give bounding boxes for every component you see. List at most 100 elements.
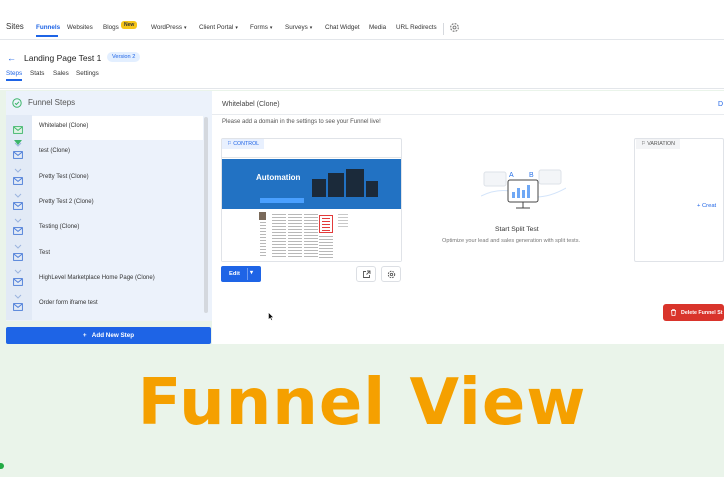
header-divider (0, 88, 724, 89)
split-test-subtitle: Optimize your lead and sales generation … (442, 238, 581, 244)
nav-url-redirects[interactable]: URL Redirects (396, 24, 437, 31)
thumbnail-hero: Automation (222, 159, 401, 209)
nav-wordpress[interactable]: WordPress ▾ (151, 24, 187, 31)
header-link-fragment[interactable]: D (718, 101, 723, 108)
funnel-header (0, 40, 724, 90)
chevron-down-icon (14, 218, 22, 223)
caption-title: Funnel View (137, 366, 587, 440)
chevron-down-icon (14, 193, 22, 198)
envelope-icon (13, 126, 23, 134)
envelope-icon (13, 303, 23, 311)
nav-divider (443, 23, 444, 35)
page-title: Landing Page Test 1 (24, 53, 102, 63)
chevron-down-icon (14, 269, 22, 274)
funnel-step-item[interactable]: Testing (Clone) (32, 217, 203, 241)
mouse-cursor-icon (268, 312, 274, 321)
nav-forms[interactable]: Forms ▾ (250, 24, 272, 31)
thumbnail-topbar (222, 150, 401, 158)
domain-notice: Please add a domain in the settings to s… (222, 119, 381, 125)
nav-media[interactable]: Media (369, 24, 386, 31)
gear-icon[interactable] (449, 22, 460, 33)
open-external-button[interactable] (356, 266, 376, 282)
envelope-icon (13, 202, 23, 210)
funnel-step-label: Pretty Test 2 (Clone) (39, 198, 94, 205)
split-test-illustration: A B (481, 169, 566, 209)
funnel-step-item[interactable]: Test (32, 243, 203, 267)
thumbnail-cta (260, 198, 304, 203)
thumbnail-body (222, 210, 401, 261)
chevron-down-icon: ▾ (269, 25, 273, 31)
control-label: ⚐ CONTROL (222, 139, 265, 149)
envelope-icon (13, 277, 23, 286)
funnel-step-item[interactable]: Order form iframe test (32, 293, 203, 317)
split-letter-b: B (529, 172, 534, 179)
chevron-down-icon: ▾ (184, 25, 187, 31)
funnel-step-label: Whitelabel (Clone) (39, 123, 89, 129)
tab-settings[interactable]: Settings (76, 70, 99, 77)
funnel-step-item[interactable]: test (Clone) (32, 141, 203, 165)
detail-divider (212, 114, 724, 115)
funnel-step-item[interactable]: Pretty Test (Clone) (32, 167, 203, 191)
envelope-icon (13, 176, 23, 185)
chevron-down-icon: ▾ (235, 25, 238, 31)
funnel-step-item[interactable]: Whitelabel (Clone) (32, 116, 203, 140)
nav-client-portal[interactable]: Client Portal ▾ (199, 24, 238, 31)
check-circle-icon (12, 98, 22, 108)
funnel-steps-title: Funnel Steps (28, 98, 76, 107)
nav-blogs[interactable]: Blogs (103, 24, 119, 31)
funnel-step-item[interactable]: HighLevel Marketplace Home Page (Clone) (32, 268, 203, 292)
external-link-icon (363, 270, 371, 278)
tab-steps[interactable]: Steps (6, 70, 22, 77)
create-variation-button[interactable]: + Creat (697, 203, 716, 209)
trash-icon (671, 309, 676, 316)
page-thumbnail[interactable]: Automation (222, 150, 401, 261)
new-badge: New (121, 21, 138, 29)
variation-card (634, 138, 724, 262)
plus-icon: + (82, 332, 92, 339)
chevron-down-icon (14, 244, 22, 249)
active-nav-indicator (36, 35, 58, 37)
settings-button[interactable] (381, 266, 401, 282)
add-new-step-button[interactable]: + Add New Step (6, 327, 211, 344)
brand-label: Sites (6, 22, 24, 31)
chevron-down-icon: ▾ (309, 25, 313, 31)
edit-button[interactable]: Edit ▾ (221, 266, 261, 282)
funnel-step-label: Test (39, 249, 51, 256)
chevron-down-icon (14, 168, 22, 173)
variation-label: ⚐ VARIATION (636, 139, 680, 149)
nav-funnels[interactable]: Funnels (36, 24, 60, 31)
envelope-icon (13, 252, 23, 261)
tab-stats[interactable]: Stats (30, 70, 44, 77)
funnel-step-label: Pretty Test (Clone) (39, 173, 89, 180)
thumbnail-hero-title: Automation (256, 173, 301, 182)
step-title: Whitelabel (Clone) (222, 101, 280, 108)
thumbnail-sidebar (338, 214, 348, 228)
tab-sales[interactable]: Sales (53, 70, 69, 77)
funnel-step-label: test (Clone) (39, 148, 71, 155)
status-dot (0, 463, 4, 469)
steps-scrollbar[interactable] (204, 117, 208, 313)
funnel-step-label: HighLevel Marketplace Home Page (Clone) (39, 274, 155, 281)
envelope-icon (13, 151, 23, 160)
chevron-down-icon[interactable]: ▾ (250, 269, 253, 276)
active-tab-indicator (6, 79, 22, 81)
arrow-left-icon[interactable]: ← (7, 53, 16, 63)
envelope-icon (13, 227, 23, 236)
thumbnail-red-box (319, 215, 333, 233)
nav-websites[interactable]: Websites (67, 24, 93, 31)
funnel-step-label: Order form iframe test (39, 300, 98, 307)
thumbnail-products (310, 167, 380, 197)
split-test-title: Start Split Test (495, 226, 539, 233)
app-window: Sites Funnels Websites Blogs New WordPre… (0, 0, 724, 477)
version-badge: Version 2 (107, 52, 141, 62)
delete-funnel-step-button[interactable]: Delete Funnel St (663, 304, 724, 321)
funnel-step-label: Testing (Clone) (39, 224, 80, 231)
chevron-down-icon (14, 142, 22, 148)
nav-surveys[interactable]: Surveys ▾ (285, 24, 312, 31)
funnel-step-item[interactable]: Pretty Test 2 (Clone) (32, 192, 203, 216)
top-navigation: Sites Funnels Websites Blogs New WordPre… (0, 0, 724, 40)
nav-chat-widget[interactable]: Chat Widget (325, 24, 360, 31)
gear-icon (387, 270, 396, 279)
split-letter-a: A (509, 172, 514, 179)
chevron-down-icon (14, 294, 22, 299)
